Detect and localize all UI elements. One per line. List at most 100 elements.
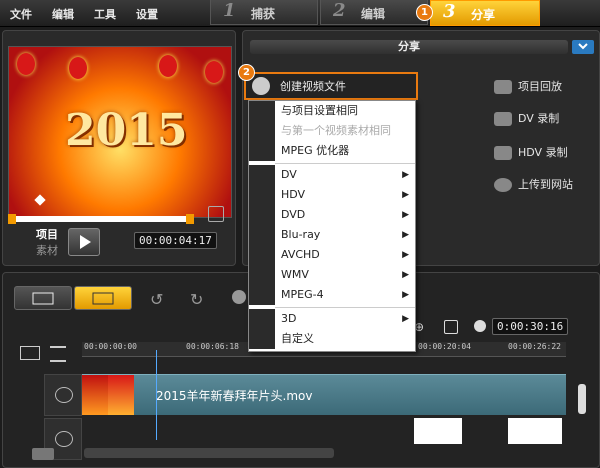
menu-item-label: 与项目设置相同 <box>281 104 358 117</box>
ruler-label: 00:00:06:18 <box>186 342 239 351</box>
submenu-arrow-icon: ▶ <box>402 270 409 280</box>
mode-clip-label[interactable]: 素材 <box>36 242 58 258</box>
submenu-arrow-icon: ▶ <box>402 190 409 200</box>
menu-strip <box>249 205 275 225</box>
top-menu-bar: 文件 编辑 工具 设置 1 捕获 2 编辑 3 分享 1 <box>0 0 600 27</box>
menu-strip <box>249 141 275 161</box>
step-label: 分享 <box>471 8 496 22</box>
overlay-track-icon <box>55 431 73 447</box>
menu-item-hdv[interactable]: HDV ▶ <box>249 185 415 205</box>
submenu-arrow-icon: ▶ <box>402 170 409 180</box>
undo-icon[interactable]: ↺ <box>150 290 163 309</box>
menu-item-label: 自定义 <box>281 332 314 345</box>
lantern-decoration <box>17 53 35 75</box>
menu-item-label: MPEG-4 <box>281 288 324 301</box>
overlay-clip[interactable] <box>414 418 462 444</box>
create-file-dropdown: 与项目设置相同 与第一个视频素材相同 MPEG 优化器 DV ▶ HDV ▶ D… <box>248 100 416 352</box>
camcorder-icon <box>494 112 512 126</box>
menu-strip <box>249 285 275 305</box>
collapse-panel-button[interactable] <box>572 40 594 54</box>
overlay-clip[interactable] <box>508 418 562 444</box>
menu-strip <box>249 101 275 121</box>
share-option-label: 项目回放 <box>518 80 562 93</box>
menu-item-label: 与第一个视频素材相同 <box>281 124 391 137</box>
share-upload-web[interactable]: 上传到网站 <box>494 176 573 194</box>
menu-item-wmv[interactable]: WMV ▶ <box>249 265 415 285</box>
menu-item-custom[interactable]: 自定义 <box>249 329 415 349</box>
menu-item-mpeg4[interactable]: MPEG-4 ▶ <box>249 285 415 305</box>
create-video-file-label: 创建视频文件 <box>280 80 346 93</box>
menu-file[interactable]: 文件 <box>10 6 32 22</box>
tab-capture[interactable]: 1 捕获 <box>210 0 318 25</box>
trim-in-marker[interactable] <box>8 214 16 224</box>
share-option-label: HDV 录制 <box>518 146 568 159</box>
enlarge-preview-icon[interactable] <box>208 206 224 222</box>
clip-thumbnail <box>108 375 134 415</box>
preview-screen: 2015 <box>8 46 232 218</box>
share-option-label: DV 录制 <box>518 112 560 125</box>
step-number: 1 <box>223 0 236 21</box>
lantern-decoration <box>69 57 87 79</box>
filmstrip-icon <box>32 292 54 305</box>
create-video-file-button[interactable]: 创建视频文件 <box>244 72 418 100</box>
play-button[interactable] <box>68 228 100 256</box>
video-track-icon <box>55 387 73 403</box>
menu-item-label: WMV <box>281 268 309 281</box>
mode-project-label[interactable]: 项目 <box>36 226 58 242</box>
track-manager-icon[interactable] <box>20 346 40 360</box>
step-number: 2 <box>333 0 346 21</box>
scrubber-track[interactable] <box>12 216 190 222</box>
share-project-playback[interactable]: 项目回放 <box>494 78 562 96</box>
chapter-cue-icon[interactable] <box>50 346 66 362</box>
lantern-decoration <box>205 61 223 83</box>
menu-item-dv[interactable]: DV ▶ <box>249 165 415 185</box>
redo-icon[interactable]: ↻ <box>190 290 203 309</box>
preview-year-title: 2015 <box>65 105 188 156</box>
playhead[interactable] <box>156 350 157 440</box>
play-icon <box>80 235 91 249</box>
timeline-view-button[interactable] <box>74 286 132 310</box>
trim-out-marker[interactable] <box>186 214 194 224</box>
menu-item-dvd[interactable]: DVD ▶ <box>249 205 415 225</box>
preview-timecode[interactable]: 00:00:04:17 <box>134 232 217 249</box>
video-track-header[interactable] <box>44 374 82 416</box>
lantern-decoration <box>159 55 177 77</box>
step-label: 捕获 <box>251 7 276 21</box>
menu-strip <box>249 245 275 265</box>
timeline-icon <box>92 292 114 305</box>
storyboard-view-button[interactable] <box>14 286 72 310</box>
menu-tools[interactable]: 工具 <box>94 6 116 22</box>
menu-item-same-as-project[interactable]: 与项目设置相同 <box>249 101 415 121</box>
share-dv-record[interactable]: DV 录制 <box>494 110 559 128</box>
menu-settings[interactable]: 设置 <box>136 6 158 22</box>
share-panel-header: 分享 <box>250 40 568 54</box>
menu-item-label: AVCHD <box>281 248 320 261</box>
film-reel-icon <box>252 77 270 95</box>
menu-item-label: HDV <box>281 188 306 201</box>
clip-name: 2015羊年新春拜年片头.mov <box>156 389 313 403</box>
tab-share[interactable]: 3 分享 <box>430 0 540 26</box>
menu-item-bluray[interactable]: Blu-ray ▶ <box>249 225 415 245</box>
video-clip[interactable]: 2015羊年新春拜年片头.mov <box>82 374 566 415</box>
project-duration: 0:00:30:16 <box>492 318 569 335</box>
tab-edit[interactable]: 2 编辑 <box>320 0 428 25</box>
submenu-arrow-icon: ▶ <box>402 290 409 300</box>
menu-item-label: MPEG 优化器 <box>281 144 350 157</box>
ruler-label: 00:00:20:04 <box>418 342 471 351</box>
callout-badge-2: 2 <box>238 64 255 81</box>
fit-project-icon[interactable] <box>444 320 458 334</box>
menu-edit[interactable]: 编辑 <box>52 6 74 22</box>
menu-item-mpeg-optimizer[interactable]: MPEG 优化器 <box>249 141 415 161</box>
playback-icon <box>494 80 512 94</box>
add-track-button[interactable] <box>32 448 54 460</box>
menu-separator <box>275 163 415 164</box>
menu-item-avchd[interactable]: AVCHD ▶ <box>249 245 415 265</box>
menu-strip <box>249 185 275 205</box>
menu-item-3d[interactable]: 3D ▶ <box>249 309 415 329</box>
menu-strip <box>249 329 275 349</box>
submenu-arrow-icon: ▶ <box>402 314 409 324</box>
share-hdv-record[interactable]: HDV 录制 <box>494 144 568 162</box>
timeline-horizontal-scrollbar[interactable] <box>84 448 334 458</box>
timeline-vertical-scrollbar[interactable] <box>578 384 586 414</box>
record-capture-icon[interactable] <box>232 290 246 304</box>
